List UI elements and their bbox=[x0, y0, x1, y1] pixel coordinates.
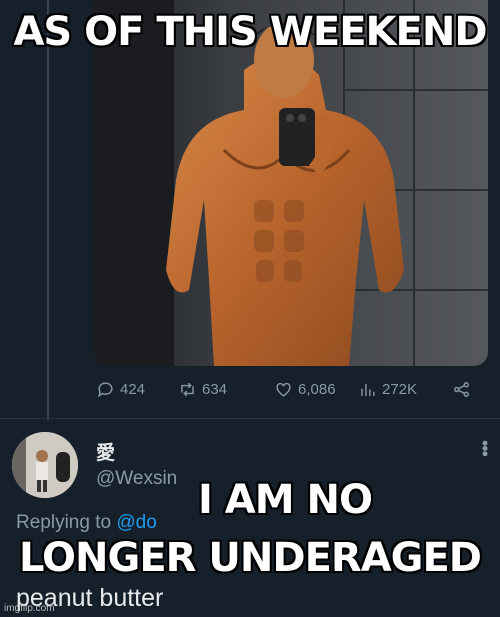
top-caption: AS OF THIS WEEKEND bbox=[13, 9, 487, 55]
reply-action[interactable]: 424 bbox=[96, 380, 145, 399]
views-action[interactable]: 272K bbox=[358, 380, 417, 399]
like-count: 6,086 bbox=[298, 381, 336, 398]
retweet-count: 634 bbox=[202, 381, 228, 398]
tweet-action-bar: 424 634 6,086 272K bbox=[96, 380, 488, 406]
reply-display-name[interactable]: 愛 bbox=[96, 438, 115, 465]
share-action[interactable] bbox=[452, 380, 471, 399]
like-icon bbox=[276, 382, 291, 397]
more-options-icon[interactable]: ••• bbox=[474, 440, 495, 456]
retweet-action[interactable]: 634 bbox=[178, 380, 227, 399]
thread-line bbox=[47, 0, 49, 420]
retweet-icon bbox=[181, 382, 194, 397]
divider bbox=[0, 418, 500, 419]
views-count: 272K bbox=[382, 381, 418, 398]
reply-count: 424 bbox=[120, 381, 146, 398]
bottom-caption-line2: LONGER UNDERAGED bbox=[18, 535, 482, 581]
share-icon bbox=[454, 382, 469, 397]
watermark: imgflip.com bbox=[4, 603, 55, 614]
avatar[interactable] bbox=[12, 432, 78, 498]
avatar-image bbox=[12, 432, 78, 498]
meme-canvas: 424 634 6,086 272K 愛 @Wexsin ••• Replyin… bbox=[0, 0, 500, 617]
views-icon bbox=[361, 383, 375, 396]
reply-icon bbox=[98, 382, 113, 398]
like-action[interactable]: 6,086 bbox=[274, 380, 336, 399]
bottom-caption-line1: I AM NO bbox=[198, 477, 373, 523]
